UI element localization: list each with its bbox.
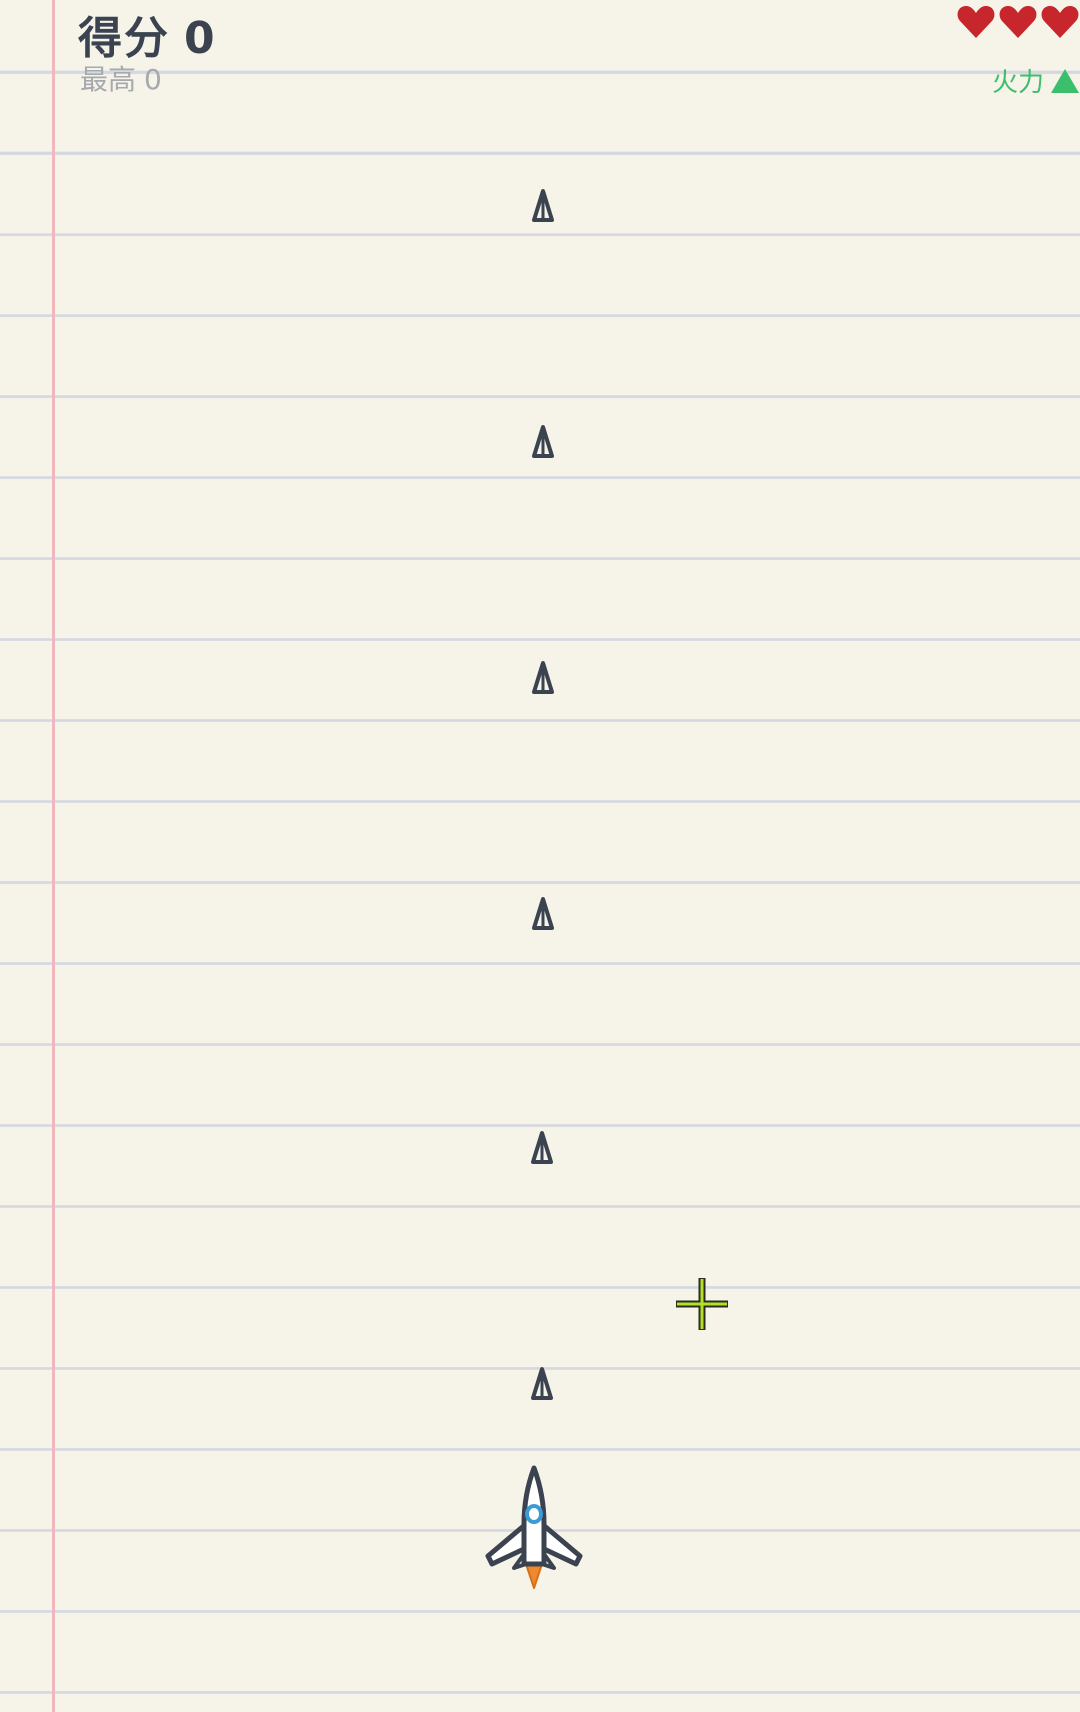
score-label: 得分 [78,13,170,64]
bullet-icon [532,425,554,458]
heart-icon [957,6,995,38]
game-canvas[interactable]: 得分 0 最高 0 火力 [0,0,1080,1712]
crosshair-icon [676,1278,728,1330]
best-score-label: 最高 [80,63,137,96]
bullet-icon [531,1367,553,1400]
lives-display [956,2,1080,42]
heart-icon [999,6,1037,38]
bullet-icon [531,1131,553,1164]
best-score-display: 最高 0 [80,58,162,98]
best-score-value: 0 [144,63,162,96]
heart-icon [1041,6,1079,38]
jet-fighter-icon[interactable] [482,1464,586,1592]
power-indicator: 火力 [992,62,1080,99]
bullet-icon [532,189,554,222]
score-display: 得分 0 [78,2,217,66]
power-label: 火力 [991,68,1044,98]
bullet-icon [532,661,554,694]
score-value: 0 [184,13,217,64]
up-arrow-icon [1051,68,1079,93]
notebook-margin-line [52,0,55,1712]
bullet-icon [532,897,554,930]
